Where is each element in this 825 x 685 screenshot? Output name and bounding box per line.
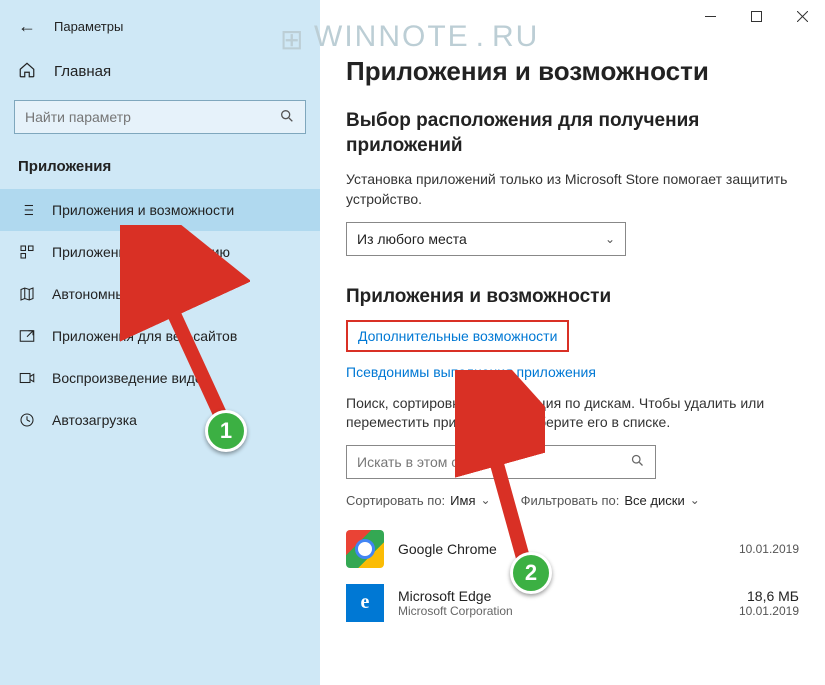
- back-button[interactable]: ←: [18, 16, 36, 37]
- sidebar-section: Приложения: [0, 152, 320, 189]
- annotation-badge-2: 2: [510, 552, 552, 594]
- filter-value: Все диски: [624, 493, 684, 508]
- web-icon: [18, 327, 36, 345]
- sort-control[interactable]: Сортировать по: Имя ⌄: [346, 493, 491, 508]
- page-title: Приложения и возможности: [346, 56, 799, 87]
- chevron-down-icon: ⌄: [481, 493, 491, 507]
- app-meta: 10.01.2019: [739, 542, 799, 556]
- map-icon: [18, 285, 36, 303]
- app-aliases-link[interactable]: Псевдонимы выполнения приложения: [346, 364, 799, 380]
- close-button[interactable]: [779, 0, 825, 32]
- video-icon: [18, 369, 36, 387]
- chevron-down-icon: ⌄: [605, 232, 615, 246]
- watermark-dot: .: [476, 20, 486, 54]
- app-info: Google Chrome: [398, 541, 725, 557]
- sidebar-home[interactable]: Главная: [0, 53, 320, 100]
- list-icon: [18, 201, 36, 219]
- section1-text: Установка приложений только из Microsoft…: [346, 170, 799, 209]
- app-date: 10.01.2019: [739, 604, 799, 618]
- window-controls: [687, 0, 825, 32]
- search-icon: [630, 453, 645, 471]
- sidebar-item-apps-features[interactable]: Приложения и возможности: [0, 189, 320, 231]
- edge-icon: e: [346, 584, 384, 622]
- watermark: WINNOTE.RU: [280, 20, 539, 54]
- app-row[interactable]: Google Chrome 10.01.2019: [346, 522, 799, 576]
- app-search-placeholder: Искать в этом списке: [357, 454, 630, 470]
- optional-features-link[interactable]: Дополнительные возможности: [346, 320, 569, 352]
- sidebar-item-offline-maps[interactable]: Автономные карты: [0, 273, 320, 315]
- annotation-badge-1: 1: [205, 410, 247, 452]
- home-icon: [18, 61, 36, 82]
- sidebar-item-video[interactable]: Воспроизведение видео: [0, 357, 320, 399]
- app-row[interactable]: e Microsoft Edge Microsoft Corporation 1…: [346, 576, 799, 630]
- sidebar-item-startup[interactable]: Автозагрузка: [0, 399, 320, 441]
- section2-title: Приложения и возможности: [346, 286, 799, 308]
- app-name: Microsoft Edge: [398, 588, 725, 604]
- sidebar-item-label: Воспроизведение видео: [52, 370, 210, 386]
- window-title: Параметры: [54, 19, 123, 34]
- app-publisher: Microsoft Corporation: [398, 604, 725, 618]
- sidebar-item-label: Приложения и возможности: [52, 202, 234, 218]
- app-date: 10.01.2019: [739, 542, 799, 556]
- search-input[interactable]: [25, 109, 279, 125]
- defaults-icon: [18, 243, 36, 261]
- filter-label: Фильтровать по:: [521, 493, 620, 508]
- app-size: 18,6 МБ: [739, 588, 799, 604]
- app-meta: 18,6 МБ 10.01.2019: [739, 588, 799, 618]
- sort-label: Сортировать по:: [346, 493, 445, 508]
- sidebar: ← Параметры Главная Приложения Приложени…: [0, 0, 320, 685]
- chevron-down-icon: ⌄: [690, 493, 700, 507]
- sort-value: Имя: [450, 493, 475, 508]
- filters-row: Сортировать по: Имя ⌄ Фильтровать по: Вс…: [346, 493, 799, 508]
- home-label: Главная: [54, 63, 111, 80]
- sidebar-item-default-apps[interactable]: Приложения по умолчанию: [0, 231, 320, 273]
- section1-title: Выбор расположения для получения приложе…: [346, 109, 799, 158]
- maximize-button[interactable]: [733, 0, 779, 32]
- section2-text: Поиск, сортировка и фильтрация по дискам…: [346, 394, 799, 433]
- content-area: Приложения и возможности Выбор расположе…: [320, 0, 825, 685]
- app-info: Microsoft Edge Microsoft Corporation: [398, 588, 725, 618]
- search-icon: [279, 108, 295, 127]
- sidebar-item-label: Автономные карты: [52, 286, 175, 302]
- sidebar-item-web-apps[interactable]: Приложения для веб-сайтов: [0, 315, 320, 357]
- sidebar-item-label: Приложения по умолчанию: [52, 244, 230, 260]
- app-name: Google Chrome: [398, 541, 725, 557]
- startup-icon: [18, 411, 36, 429]
- app-search[interactable]: Искать в этом списке: [346, 445, 656, 479]
- sidebar-item-label: Автозагрузка: [52, 412, 137, 428]
- titlebar: ← Параметры: [0, 10, 320, 53]
- filter-control[interactable]: Фильтровать по: Все диски ⌄: [521, 493, 700, 508]
- sidebar-search[interactable]: [14, 100, 306, 134]
- windows-icon: [280, 23, 308, 51]
- watermark-text: RU: [492, 20, 539, 54]
- chrome-icon: [346, 530, 384, 568]
- dropdown-value: Из любого места: [357, 231, 467, 247]
- sidebar-item-label: Приложения для веб-сайтов: [52, 328, 237, 344]
- watermark-text: WINNOTE: [314, 20, 470, 54]
- install-source-dropdown[interactable]: Из любого места ⌄: [346, 222, 626, 256]
- minimize-button[interactable]: [687, 0, 733, 32]
